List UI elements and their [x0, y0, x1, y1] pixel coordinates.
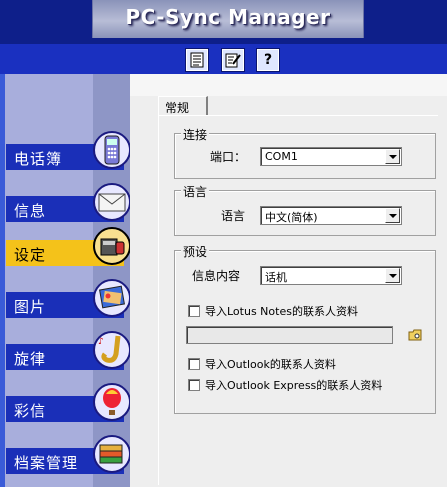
edit-document-button[interactable] — [221, 48, 245, 72]
import-outlook-label: 导入Outlook的联系人资料 — [205, 358, 336, 371]
import-outlook-express-checkbox[interactable] — [188, 379, 200, 391]
document-list-icon — [190, 52, 204, 68]
chevron-down-icon[interactable] — [385, 149, 400, 164]
sidebar-item-phonebook[interactable]: 电话簿 — [6, 131, 131, 170]
import-outlook-express-row[interactable]: 导入Outlook Express的联系人资料 — [188, 378, 382, 392]
sidebar-item-pictures[interactable]: 图片 — [6, 279, 131, 318]
sidebar-item-label: 电话簿 — [14, 150, 63, 168]
preset-legend: 预设 — [181, 243, 210, 260]
content-select[interactable]: 话机 — [260, 266, 402, 285]
tab-general[interactable]: 常规 — [158, 96, 208, 116]
toolbar: ? — [0, 40, 447, 74]
toolbar-top-strip — [0, 40, 447, 44]
sidebar-background — [5, 74, 93, 487]
lotus-path-input[interactable] — [186, 326, 393, 344]
chevron-down-icon[interactable] — [385, 208, 400, 223]
sidebar-item-messages[interactable]: 信息 — [6, 183, 131, 222]
balloon-icon — [93, 383, 131, 421]
picture-icon — [93, 279, 131, 317]
envelope-icon — [93, 183, 131, 221]
saxophone-icon: ♪ — [93, 331, 131, 369]
tab-content: 连接 端口： COM1 语言 语言 中文(简体) 预设 信息内容 话机 导入Lo… — [158, 115, 438, 485]
preset-group: 预设 信息内容 话机 导入Lotus Notes的联系人资料 导入Outlook… — [174, 243, 436, 414]
sidebar-item-label: 彩信 — [14, 402, 47, 420]
sidebar-item-label: 档案管理 — [14, 454, 79, 472]
sidebar-item-settings[interactable]: 设定 — [6, 227, 131, 266]
sidebar: 电话簿 信息 设定 图片 旋律 ♪ 彩信 档案管理 — [0, 74, 131, 487]
sidebar-item-file-manager[interactable]: 档案管理 — [6, 435, 131, 474]
language-select-value: 中文(简体) — [265, 211, 318, 224]
port-select-value: COM1 — [265, 150, 298, 163]
language-label: 语言 — [221, 209, 246, 223]
app-header: PC-Sync Manager — [0, 0, 447, 40]
help-icon: ? — [263, 52, 273, 68]
app-title: PC-Sync Manager — [125, 5, 331, 29]
import-outlook-checkbox[interactable] — [188, 358, 200, 370]
edit-document-icon — [225, 53, 241, 68]
import-lotus-checkbox[interactable] — [188, 305, 200, 317]
content-select-value: 话机 — [265, 271, 287, 284]
help-button[interactable]: ? — [256, 48, 280, 72]
sidebar-item-mms[interactable]: 彩信 — [6, 383, 131, 422]
language-legend: 语言 — [181, 183, 210, 200]
import-outlook-row[interactable]: 导入Outlook的联系人资料 — [188, 357, 336, 371]
browse-button[interactable] — [405, 326, 425, 344]
sidebar-item-label: 图片 — [14, 298, 47, 316]
content-label: 信息内容 — [192, 269, 241, 283]
import-lotus-label: 导入Lotus Notes的联系人资料 — [205, 305, 358, 318]
connection-group: 连接 端口： COM1 — [174, 126, 436, 179]
connection-legend: 连接 — [181, 126, 210, 143]
sidebar-item-label: 旋律 — [14, 350, 47, 368]
files-icon — [93, 435, 131, 473]
port-select[interactable]: COM1 — [260, 147, 402, 166]
phone-icon — [93, 131, 131, 169]
svg-text:♪: ♪ — [98, 337, 104, 347]
port-label: 端口： — [210, 150, 247, 164]
settings-panel: 常规 连接 端口： COM1 语言 语言 中文(简体) 预设 信息内容 话机 导… — [130, 74, 447, 487]
import-lotus-row[interactable]: 导入Lotus Notes的联系人资料 — [188, 304, 358, 318]
language-select[interactable]: 中文(简体) — [260, 206, 402, 225]
sidebar-item-melody[interactable]: 旋律 ♪ — [6, 331, 131, 370]
document-list-button[interactable] — [185, 48, 209, 72]
sidebar-item-label: 信息 — [14, 202, 47, 220]
panel-top-band — [130, 74, 447, 96]
sidebar-item-label: 设定 — [14, 246, 47, 264]
folder-icon — [408, 329, 422, 341]
import-outlook-express-label: 导入Outlook Express的联系人资料 — [205, 379, 383, 392]
language-group: 语言 语言 中文(简体) — [174, 183, 436, 236]
settings-icon — [93, 227, 131, 265]
chevron-down-icon[interactable] — [385, 268, 400, 283]
